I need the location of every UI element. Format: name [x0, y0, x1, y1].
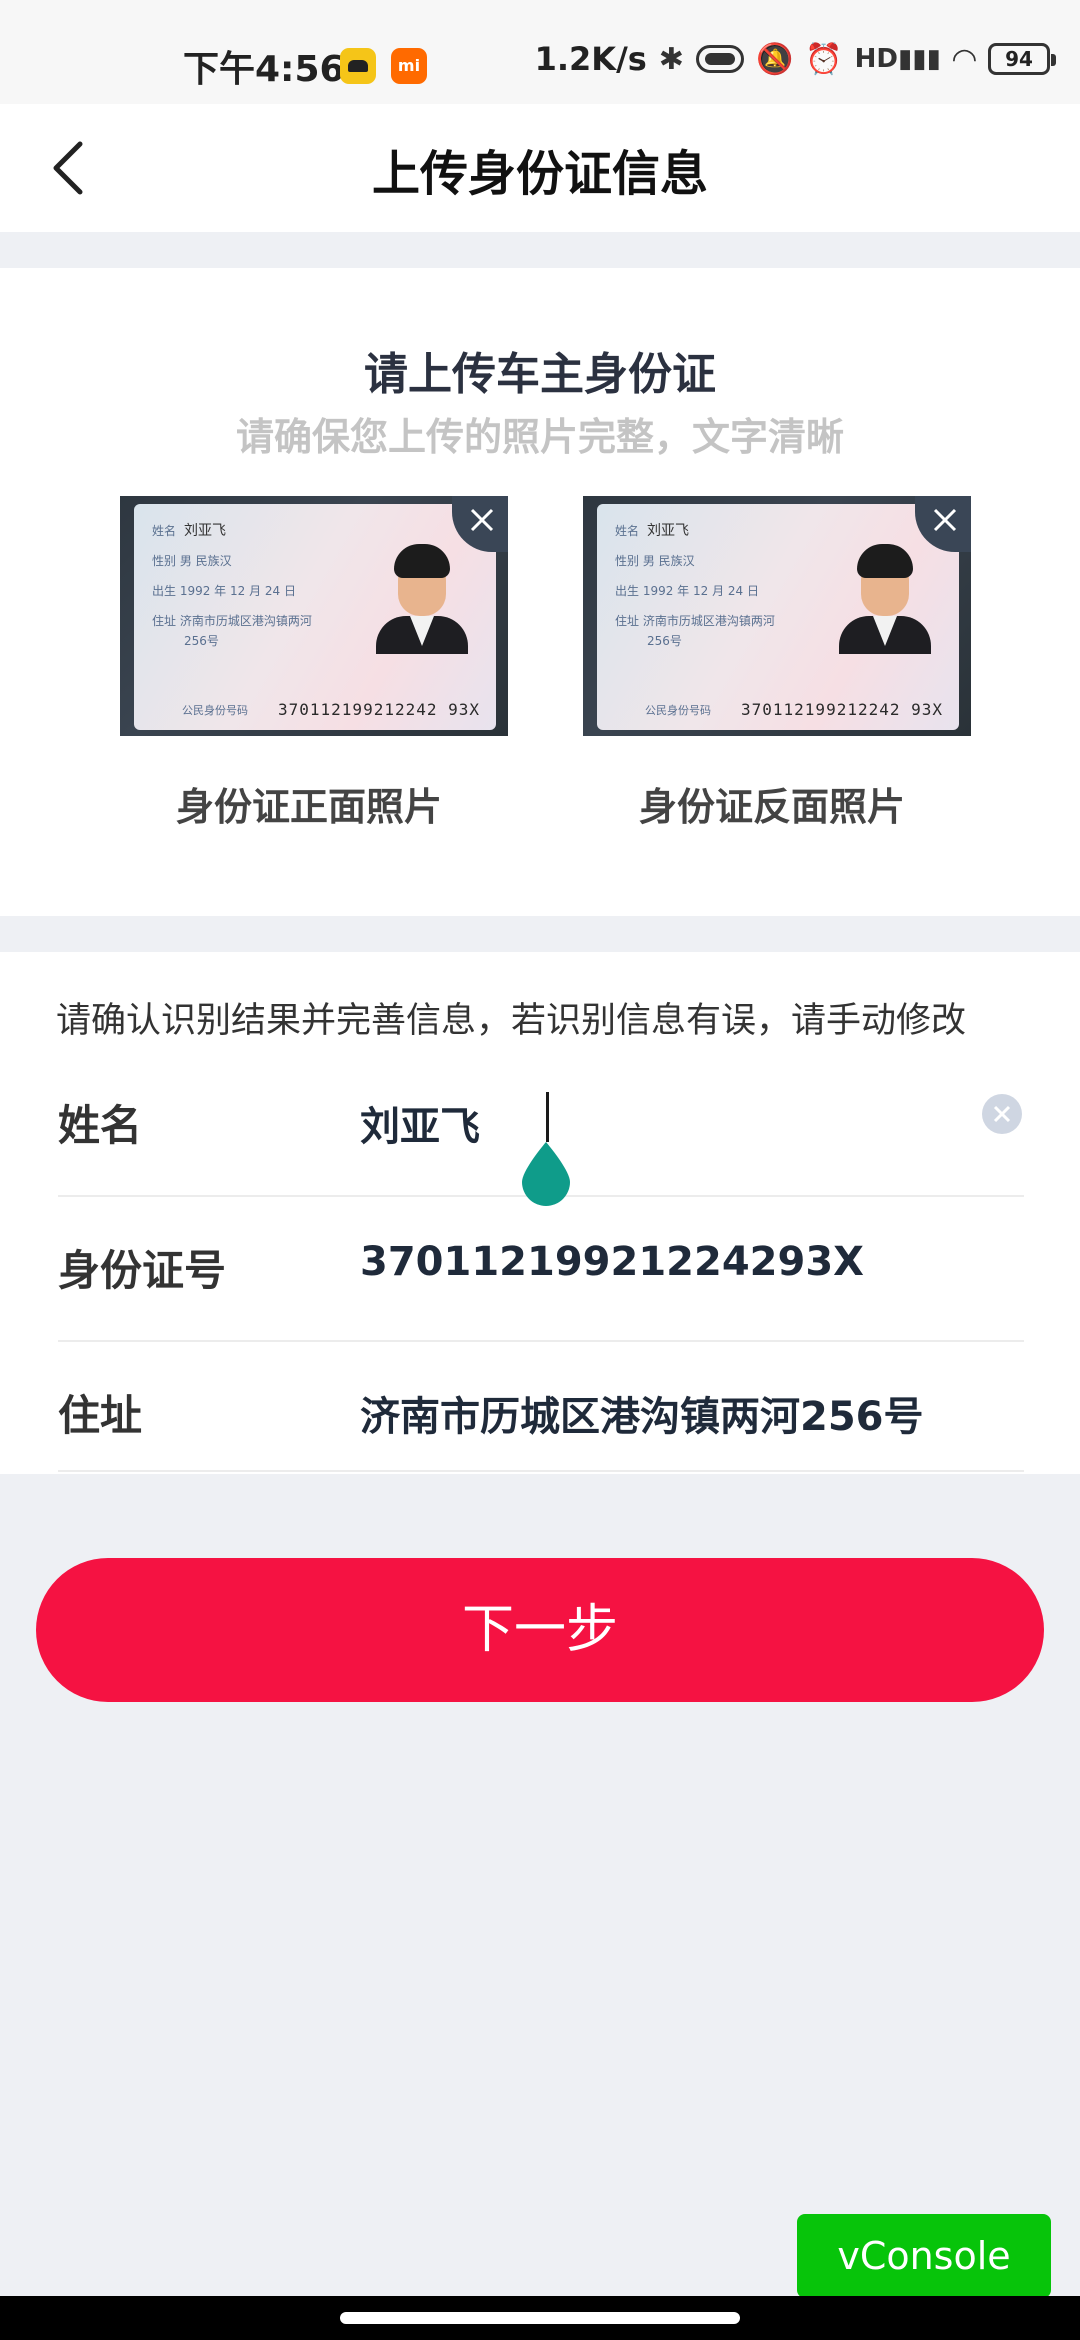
home-indicator[interactable] — [340, 2312, 740, 2324]
id-front-photo[interactable]: 姓名 刘亚飞 性别 男 民族汉 出生 1992 年 12 月 24 日 住址 济… — [120, 496, 508, 736]
upload-subtitle: 请确保您上传的照片完整，文字清晰 — [235, 415, 844, 459]
id-number-label: 身份证号 — [58, 1246, 227, 1295]
vconsole-button[interactable]: vConsole — [797, 2214, 1051, 2298]
alarm-icon: ⏰ — [805, 41, 843, 77]
network-speed: 1.2K/s — [534, 40, 647, 78]
mi-app-icon: mi — [391, 48, 427, 84]
card-number-label: 公民身份号码 — [645, 704, 711, 717]
mute-icon: 🔕 — [755, 41, 794, 77]
card-address-line1: 住址 济南市历城区港沟镇两河 — [615, 614, 775, 628]
address-input[interactable]: 济南市历城区港沟镇两河256号 — [360, 1384, 924, 1442]
portrait-image — [376, 544, 468, 654]
address-label: 住址 — [58, 1391, 143, 1440]
system-nav-bar — [0, 2296, 1080, 2340]
id-number-input[interactable]: 37011219921224293X — [360, 1239, 864, 1285]
bluetooth-icon: ✱ — [658, 41, 684, 77]
clear-name-button[interactable] — [982, 1094, 1022, 1134]
card-name-label: 姓名 — [615, 524, 640, 538]
next-step-button[interactable]: 下一步 — [36, 1558, 1044, 1702]
upload-title: 请上传车主身份证 — [364, 349, 716, 400]
id-card-image: 姓名 刘亚飞 性别 男 民族汉 出生 1992 年 12 月 24 日 住址 济… — [134, 504, 496, 730]
wifi-icon: ◠ — [952, 41, 976, 77]
card-address-line2: 256号 — [184, 634, 219, 648]
back-photo-label: 身份证反面照片 — [638, 785, 905, 829]
id-back-photo[interactable]: 姓名 刘亚飞 性别 男 民族汉 出生 1992 年 12 月 24 日 住址 济… — [583, 496, 971, 736]
card-name: 刘亚飞 — [184, 523, 226, 539]
portrait-image — [839, 544, 931, 654]
id-card-image: 姓名 刘亚飞 性别 男 民族汉 出生 1992 年 12 月 24 日 住址 济… — [597, 504, 959, 730]
card-number: 370112199212242 93X — [278, 700, 481, 719]
front-photo-label: 身份证正面照片 — [175, 785, 442, 829]
address-row: 住址 济南市历城区港沟镇两河256号 — [58, 1342, 1024, 1472]
card-gender-line: 性别 男 民族汉 — [615, 554, 695, 568]
name-label: 姓名 — [58, 1101, 143, 1150]
status-bar: 下午4:56 mi 1.2K/s ✱ 🔕 ⏰ HD▮▮▮ ◠ 94 — [0, 0, 1080, 104]
upload-card: 请上传车主身份证 请确保您上传的照片完整，文字清晰 姓名 刘亚飞 性别 男 民族… — [0, 268, 1080, 916]
hd-signal-icon: HD▮▮▮ — [854, 44, 941, 74]
card-number: 370112199212242 93X — [741, 700, 944, 719]
card-address-line1: 住址 济南市历城区港沟镇两河 — [152, 614, 312, 628]
card-birth-line: 出生 1992 年 12 月 24 日 — [615, 584, 759, 598]
name-row: 姓名 刘亚飞 — [58, 1052, 1024, 1206]
clear-icon — [993, 1105, 1011, 1123]
card-address-line2: 256号 — [647, 634, 682, 648]
taxi-app-icon — [340, 48, 376, 84]
status-right-group: 1.2K/s ✱ 🔕 ⏰ HD▮▮▮ ◠ 94 — [534, 40, 1056, 78]
status-time: 下午4:56 — [183, 49, 345, 90]
close-icon — [933, 508, 957, 532]
text-caret — [546, 1092, 549, 1142]
id-number-row: 身份证号 37011219921224293X — [58, 1197, 1024, 1342]
card-name-label: 姓名 — [152, 524, 177, 538]
toggle-icon — [695, 45, 744, 73]
info-hint: 请确认识别结果并完善信息，若识别信息有误，请手动修改 — [56, 1001, 967, 1041]
page-title: 上传身份证信息 — [371, 146, 708, 202]
nav-header: 上传身份证信息 — [0, 104, 1080, 232]
card-gender-line: 性别 男 民族汉 — [152, 554, 232, 568]
info-section: 请确认识别结果并完善信息，若识别信息有误，请手动修改 姓名 刘亚飞 身份证号 3… — [0, 952, 1080, 1474]
name-input[interactable]: 刘亚飞 — [360, 1094, 480, 1152]
card-number-label: 公民身份号码 — [182, 704, 248, 717]
close-icon — [470, 508, 494, 532]
battery-icon: 94 — [988, 43, 1056, 75]
card-birth-line: 出生 1992 年 12 月 24 日 — [152, 584, 296, 598]
card-name: 刘亚飞 — [647, 523, 689, 539]
